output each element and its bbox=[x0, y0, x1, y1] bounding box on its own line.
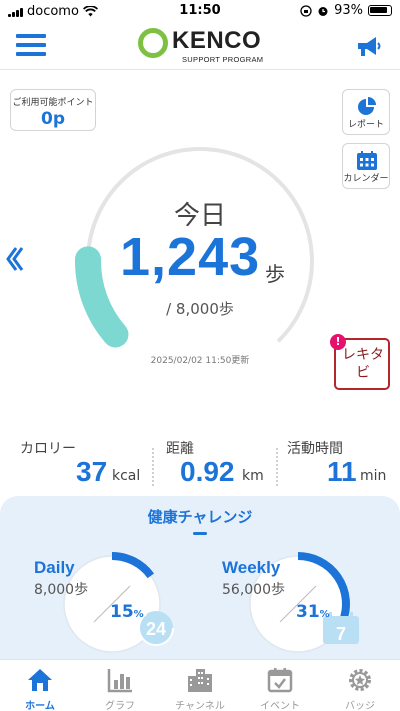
badge-gear-icon bbox=[349, 669, 371, 691]
daily-badge-text: 24 bbox=[146, 619, 166, 639]
activity-metric: 活動時間 11 min bbox=[287, 438, 397, 488]
activity-value: 11 bbox=[327, 456, 357, 487]
alarm-icon bbox=[318, 6, 328, 16]
tab-home[interactable]: ホーム bbox=[0, 660, 80, 711]
daily-goal: 8,000歩 bbox=[34, 582, 89, 598]
calorie-unit: kcal bbox=[112, 468, 141, 484]
battery-percent: 93% bbox=[334, 3, 363, 18]
weekly-label: Weekly bbox=[222, 558, 281, 577]
calendar-button[interactable]: カレンダー bbox=[342, 143, 390, 189]
distance-metric: 距離 0.92 km bbox=[166, 438, 276, 488]
logo-name: KENCO bbox=[172, 27, 262, 54]
bottom-tab-bar: ホーム グラフ チャンネル イベント バッジ bbox=[0, 659, 400, 711]
activity-unit: min bbox=[360, 468, 387, 484]
distance-unit: km bbox=[242, 468, 264, 484]
weekly-percent: 31% bbox=[296, 602, 330, 622]
today-steps-value: 1,243 bbox=[120, 227, 261, 287]
today-goal: / 8,000歩 bbox=[166, 300, 234, 318]
tab-home-label: ホーム bbox=[25, 701, 55, 711]
home-icon bbox=[28, 669, 52, 691]
daily-percent: 15% bbox=[110, 602, 144, 622]
menu-button[interactable] bbox=[16, 34, 46, 58]
app-header: KENCO SUPPORT PROGRAM bbox=[0, 22, 400, 70]
megaphone-icon bbox=[358, 37, 381, 56]
gauge-progress bbox=[75, 246, 129, 348]
megaphone-button[interactable] bbox=[354, 32, 382, 60]
tab-graph-label: グラフ bbox=[105, 701, 135, 711]
daily-label: Daily bbox=[34, 558, 75, 577]
weekly-goal: 56,000歩 bbox=[222, 582, 285, 598]
calendar-label: カレンダー bbox=[343, 174, 389, 184]
previous-day-button[interactable] bbox=[4, 244, 24, 282]
tab-channel[interactable]: チャンネル bbox=[160, 660, 240, 711]
report-button[interactable]: レポート bbox=[342, 89, 390, 135]
tab-channel-label: チャンネル bbox=[175, 701, 225, 711]
calorie-metric: カロリー 37 kcal bbox=[20, 438, 140, 488]
tab-event-label: イベント bbox=[260, 701, 300, 711]
daily-badge-icon: 24 bbox=[138, 610, 174, 646]
bar-chart-icon bbox=[107, 669, 132, 693]
logo-subtitle: SUPPORT PROGRAM bbox=[182, 55, 264, 64]
tab-graph[interactable]: グラフ bbox=[80, 660, 160, 711]
distance-value: 0.92 bbox=[180, 456, 235, 487]
weekly-challenge[interactable]: 7 Weekly 56,000歩 31% bbox=[218, 544, 378, 654]
metric-divider bbox=[152, 448, 154, 486]
kenco-logo: KENCO SUPPORT PROGRAM bbox=[138, 26, 264, 66]
calorie-label: カロリー bbox=[20, 441, 76, 457]
calorie-value: 37 bbox=[76, 456, 108, 487]
distance-label: 距離 bbox=[166, 441, 194, 457]
status-right: 93% bbox=[300, 3, 392, 18]
points-value: 0p bbox=[41, 109, 65, 129]
report-label: レポート bbox=[347, 120, 384, 130]
title-underline bbox=[193, 532, 207, 535]
points-label: ご利用可能ポイント bbox=[12, 98, 94, 108]
calendar-icon bbox=[357, 151, 377, 170]
rekitabi-banner[interactable]: ! レキタビ bbox=[330, 334, 390, 390]
daily-challenge[interactable]: 24 Daily 8,000歩 15% bbox=[22, 544, 182, 654]
tab-badge-label: バッジ bbox=[345, 701, 375, 711]
chevron-left-icon bbox=[6, 247, 24, 271]
event-calendar-icon bbox=[267, 668, 293, 693]
pie-chart-icon bbox=[358, 97, 376, 115]
status-bar: docomo 11:50 93% bbox=[0, 0, 400, 22]
challenge-title: 健康チャレンジ bbox=[147, 508, 253, 526]
health-challenge-panel: 健康チャレンジ 24 Daily 8,000歩 15% 7 Weekly 56,… bbox=[0, 496, 400, 661]
rekitabi-logo-text: レキタビ bbox=[342, 347, 384, 381]
today-steps-unit: 歩 bbox=[265, 262, 285, 286]
tab-badge[interactable]: バッジ bbox=[320, 660, 400, 711]
metric-divider bbox=[276, 448, 278, 486]
building-icon bbox=[188, 669, 212, 692]
tab-event[interactable]: イベント bbox=[240, 660, 320, 711]
points-card[interactable]: ご利用可能ポイント 0p bbox=[10, 89, 96, 131]
orientation-lock-icon bbox=[300, 4, 312, 17]
activity-label: 活動時間 bbox=[287, 441, 343, 457]
weekly-badge-text: 7 bbox=[336, 624, 346, 644]
battery-icon bbox=[368, 5, 392, 16]
